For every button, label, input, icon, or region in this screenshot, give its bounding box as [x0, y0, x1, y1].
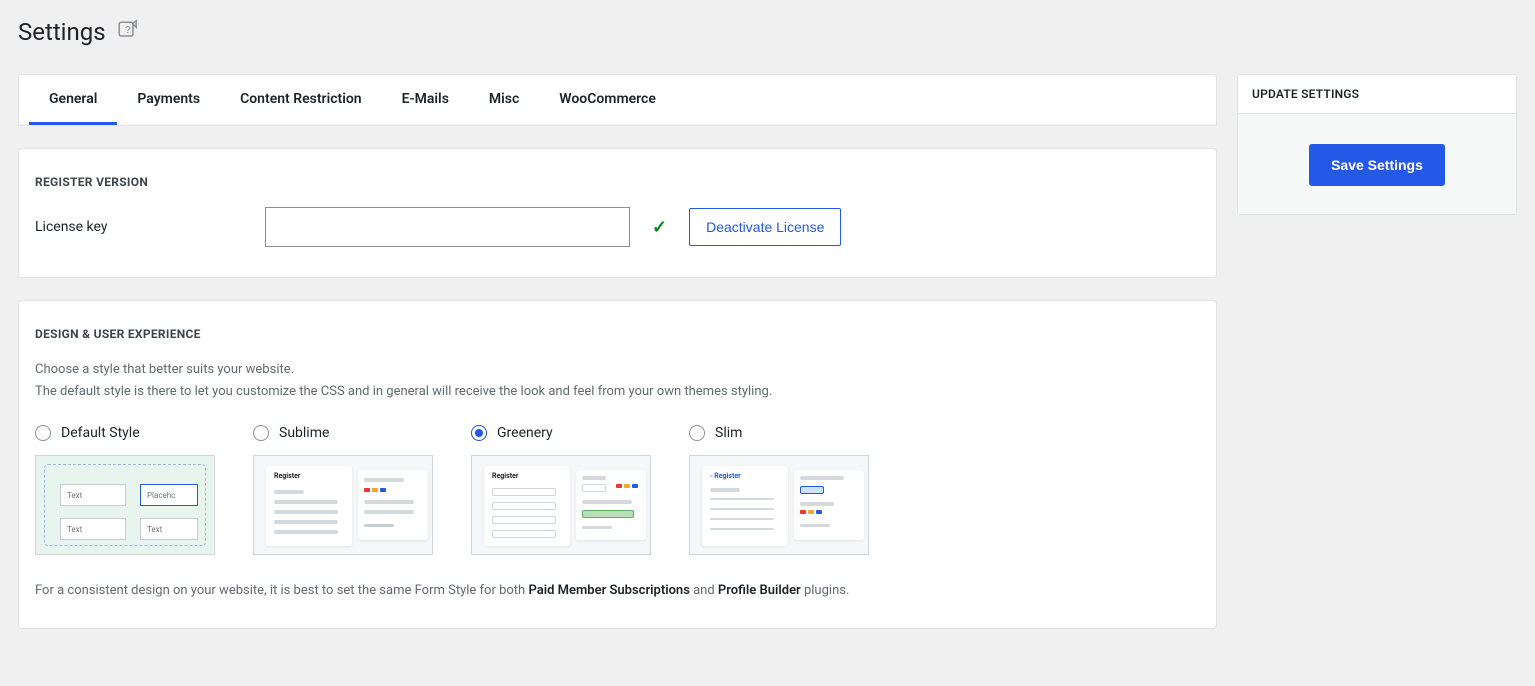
help-icon[interactable]: ?	[116, 19, 138, 45]
radio-sublime[interactable]: Sublime	[253, 425, 443, 441]
panel-license-heading: REGISTER VERSION	[35, 175, 1196, 189]
license-key-label: License key	[35, 219, 245, 235]
design-desc-1: Choose a style that better suits your we…	[35, 359, 1196, 381]
radio-icon	[253, 425, 269, 441]
update-settings-heading: UPDATE SETTINGS	[1238, 75, 1516, 114]
style-option-greenery: Greenery Register	[471, 425, 661, 555]
radio-icon	[471, 425, 487, 441]
design-footnote: For a consistent design on your website,…	[35, 583, 1196, 598]
panel-design-heading: DESIGN & USER EXPERIENCE	[35, 327, 1196, 341]
license-key-input[interactable]	[265, 207, 630, 247]
radio-greenery[interactable]: Greenery	[471, 425, 661, 441]
radio-label: Default Style	[61, 425, 140, 441]
tab-content-restriction[interactable]: Content Restriction	[220, 75, 382, 125]
deactivate-license-button[interactable]: Deactivate License	[689, 208, 841, 246]
svg-text:?: ?	[125, 25, 131, 36]
style-option-slim: Slim ▫ Register	[689, 425, 879, 555]
tab-payments[interactable]: Payments	[117, 75, 220, 125]
radio-slim[interactable]: Slim	[689, 425, 879, 441]
tab-general[interactable]: General	[29, 75, 117, 125]
preview-greenery[interactable]: Register	[471, 455, 651, 555]
tab-woocommerce[interactable]: WooCommerce	[539, 75, 676, 125]
radio-label: Slim	[715, 425, 742, 441]
preview-slim[interactable]: ▫ Register	[689, 455, 869, 555]
radio-default-style[interactable]: Default Style	[35, 425, 225, 441]
page-title: Settings	[18, 18, 106, 46]
save-settings-button[interactable]: Save Settings	[1309, 144, 1445, 186]
page-header: Settings ?	[18, 0, 1517, 74]
radio-icon	[35, 425, 51, 441]
tab-emails[interactable]: E-Mails	[382, 75, 469, 125]
style-option-default: Default Style Text Text Placehc Text	[35, 425, 225, 555]
design-desc-2: The default style is there to let you cu…	[35, 381, 1196, 403]
settings-tabs: General Payments Content Restriction E-M…	[18, 74, 1217, 126]
radio-label: Greenery	[497, 425, 553, 441]
tab-misc[interactable]: Misc	[469, 75, 539, 125]
radio-label: Sublime	[279, 425, 329, 441]
radio-icon	[689, 425, 705, 441]
panel-design: DESIGN & USER EXPERIENCE Choose a style …	[18, 300, 1217, 629]
update-settings-box: UPDATE SETTINGS Save Settings	[1237, 74, 1517, 215]
preview-default[interactable]: Text Text Placehc Text	[35, 455, 215, 555]
style-option-sublime: Sublime Register	[253, 425, 443, 555]
panel-license: REGISTER VERSION License key ✓ Deactivat…	[18, 148, 1217, 278]
preview-sublime[interactable]: Register	[253, 455, 433, 555]
check-icon: ✓	[652, 217, 667, 238]
